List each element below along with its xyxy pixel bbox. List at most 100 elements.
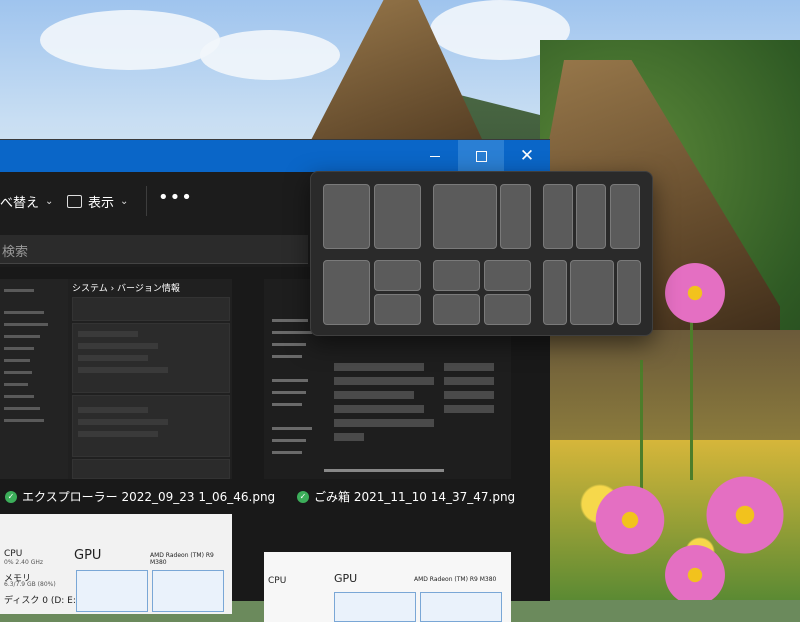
snap-zone-nwn-center[interactable] <box>570 260 614 325</box>
preview-panel <box>72 395 230 457</box>
thumbnail-preview-title: システム › バージョン情報 <box>72 284 180 294</box>
sync-status-icon: ✓ <box>5 490 17 503</box>
snap-zone-left-half[interactable] <box>323 260 370 325</box>
preview-panel <box>72 459 230 479</box>
preview-line <box>4 323 48 326</box>
blurred-filename <box>334 419 434 427</box>
minimize-button[interactable] <box>412 140 458 172</box>
snap-zone-grid-bottom-left[interactable] <box>433 294 480 325</box>
sync-status-icon: ✓ <box>297 490 309 503</box>
preview-line <box>4 371 32 374</box>
snap-zone-wide-narrow-right[interactable] <box>500 184 531 249</box>
preview-line <box>4 419 44 422</box>
view-button[interactable]: 表示 ⌄ <box>67 190 128 212</box>
preview-line <box>4 407 40 410</box>
snap-zone-three-col-left[interactable] <box>543 184 573 249</box>
snap-zone-three-col-right[interactable] <box>610 184 640 249</box>
view-icon <box>67 194 82 208</box>
preview-row <box>78 343 158 349</box>
close-icon: ✕ <box>519 145 535 166</box>
preview-line <box>272 355 302 358</box>
preview-line <box>4 335 40 338</box>
preview-graph <box>334 592 416 622</box>
maximize-button[interactable] <box>458 140 504 172</box>
blurred-detail <box>444 363 494 371</box>
more-options-button[interactable]: ••• <box>158 186 193 208</box>
snap-zone-wide-narrow-left[interactable] <box>433 184 497 249</box>
preview-row <box>78 331 138 337</box>
preview-row <box>78 419 168 425</box>
preview-line <box>272 331 312 334</box>
preview-line <box>4 311 44 314</box>
search-box[interactable]: 検索 <box>0 235 308 264</box>
blurred-filename <box>334 377 434 385</box>
preview-graph <box>76 570 148 612</box>
blurred-detail <box>444 391 494 399</box>
preview-line <box>272 391 306 394</box>
preview-line <box>4 395 34 398</box>
blurred-filename <box>334 405 424 413</box>
snap-zone-nwn-right[interactable] <box>617 260 641 325</box>
preview-line <box>272 403 302 406</box>
preview-gpu-label: GPU <box>74 548 102 563</box>
chevron-down-icon: ⌄ <box>45 195 54 207</box>
file-name[interactable]: ✓ ごみ箱 2021_11_10 14_37_47.png <box>297 488 515 505</box>
preview-gpu-name: AMD Radeon (TM) R9 M380 <box>414 576 497 583</box>
sort-label: べ替え <box>0 195 40 211</box>
snap-zone-grid-bottom-right[interactable] <box>484 294 531 325</box>
preview-line <box>272 451 302 454</box>
blurred-filename <box>334 363 424 371</box>
file-name[interactable]: ✓ エクスプローラー 2022_09_23 1_06_46.png <box>5 488 275 505</box>
preview-graph <box>152 570 224 612</box>
preview-cpu-label: CPU <box>4 549 23 559</box>
close-button[interactable]: ✕ <box>504 140 550 172</box>
snap-zone-right-bottom[interactable] <box>374 294 421 325</box>
preview-line <box>272 379 308 382</box>
snap-zone-two-equal-right[interactable] <box>374 184 421 249</box>
view-label: 表示 <box>88 195 115 211</box>
search-input[interactable]: 検索 <box>2 241 28 260</box>
sort-button[interactable]: べ替え ⌄ <box>0 190 53 212</box>
file-name-label: エクスプローラー 2022_09_23 1_06_46.png <box>22 490 276 504</box>
preview-line <box>4 359 30 362</box>
preview-graph <box>420 592 502 622</box>
preview-row <box>78 407 148 413</box>
blurred-filename <box>334 433 364 441</box>
thumbnail-preview-sidebar <box>0 279 68 479</box>
snap-zone-grid-top-left[interactable] <box>433 260 480 291</box>
preview-line <box>4 289 34 292</box>
preview-row <box>78 355 148 361</box>
cosmos-flower <box>660 258 730 328</box>
file-thumbnail[interactable]: システム › バージョン情報 <box>0 279 232 479</box>
preview-line <box>272 343 306 346</box>
toolbar-divider <box>146 186 147 216</box>
snap-layouts-flyout <box>310 171 653 336</box>
blurred-filename <box>334 391 414 399</box>
snap-zone-nwn-left[interactable] <box>543 260 567 325</box>
blurred-detail <box>444 377 494 385</box>
preview-cpu-label: CPU <box>268 576 287 586</box>
preview-row <box>78 367 168 373</box>
preview-gpu-name: AMD Radeon (TM) R9 M380 <box>150 552 214 566</box>
snap-zone-right-top[interactable] <box>374 260 421 291</box>
preview-line <box>272 319 308 322</box>
snap-zone-three-col-center[interactable] <box>576 184 606 249</box>
cosmos-flower <box>590 480 670 560</box>
preview-memory-value: 6.3/7.9 GB (80%) <box>4 581 56 588</box>
wallpaper-cloud <box>200 30 340 80</box>
file-thumbnail[interactable]: CPU GPU AMD Radeon (TM) R9 M380 <box>264 552 511 622</box>
file-thumbnail[interactable]: CPU 0% 2.40 GHz メモリ 6.3/7.9 GB (80%) ディス… <box>0 514 232 614</box>
title-bar[interactable]: ✕ <box>0 140 550 172</box>
chevron-down-icon: ⌄ <box>120 195 129 207</box>
preview-line <box>4 347 34 350</box>
snap-zone-two-equal-left[interactable] <box>323 184 370 249</box>
preview-row <box>78 431 158 437</box>
blurred-detail <box>444 405 494 413</box>
preview-line <box>272 439 306 442</box>
preview-scrollbar <box>324 469 444 472</box>
preview-panel <box>72 297 230 321</box>
preview-line <box>272 427 312 430</box>
snap-zone-grid-top-right[interactable] <box>484 260 531 291</box>
wallpaper-cloud <box>40 10 220 70</box>
more-icon: ••• <box>158 186 193 208</box>
